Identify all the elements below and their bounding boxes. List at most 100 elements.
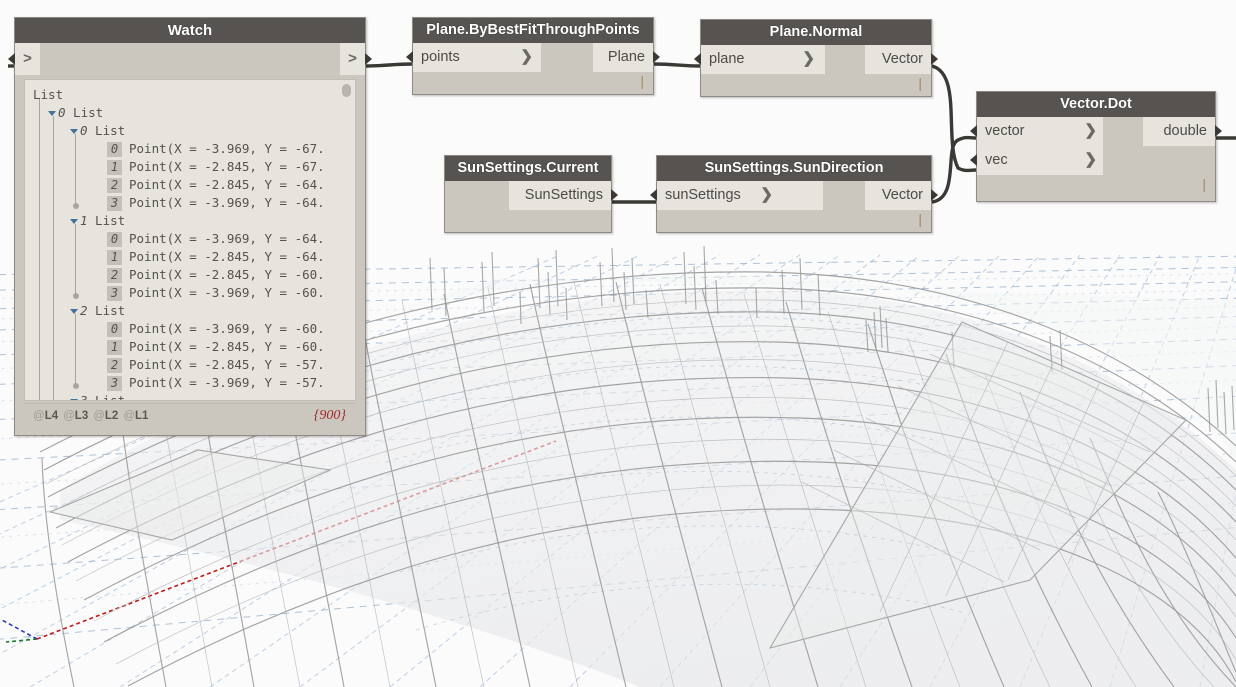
watch-level-indicators[interactable]: @L4 @L3 @L2 @L1 bbox=[33, 404, 153, 428]
node-footer: | bbox=[657, 210, 931, 232]
tree-row-label: Point(X = -2.845, Y = -57. bbox=[129, 357, 325, 372]
tree-expander-icon[interactable] bbox=[70, 309, 78, 314]
tree-row-label: Point(X = -3.969, Y = -57. bbox=[129, 375, 325, 390]
output-port-vector[interactable]: Vector bbox=[865, 181, 931, 210]
node-plane-normal[interactable]: Plane.Normal plane ❯ Vector | bbox=[694, 19, 938, 97]
watch-tree-row[interactable]: 0 Point(X = -3.969, Y = -60. bbox=[25, 320, 355, 338]
input-plug-vector[interactable] bbox=[970, 125, 977, 137]
watch-tree-row[interactable]: 3 List bbox=[25, 392, 355, 400]
watch-output-lacing[interactable]: > bbox=[340, 43, 365, 75]
watch-input-lacing[interactable]: > bbox=[15, 43, 40, 75]
tree-row-label: Point(X = -2.845, Y = -64. bbox=[129, 249, 325, 264]
tree-index-badge: 0 bbox=[107, 322, 122, 337]
watch-tree-row[interactable]: 2 Point(X = -2.845, Y = -64. bbox=[25, 176, 355, 194]
output-port-double[interactable]: double bbox=[1143, 117, 1215, 146]
tree-expander-icon[interactable] bbox=[70, 129, 78, 134]
input-plug-vec[interactable] bbox=[970, 154, 977, 166]
lacing-icon-vec[interactable]: ❯ bbox=[1084, 146, 1097, 175]
watch-output-plug[interactable] bbox=[365, 53, 372, 65]
watch-tree-row[interactable]: 1 Point(X = -2.845, Y = -67. bbox=[25, 158, 355, 176]
tree-row-label: Point(X = -3.969, Y = -60. bbox=[129, 321, 325, 336]
watch-footer: @L4 @L3 @L2 @L1 {900} bbox=[24, 403, 356, 430]
watch-level-l1[interactable]: @L1 bbox=[123, 410, 148, 422]
tree-row-label: Point(X = -2.845, Y = -67. bbox=[129, 159, 325, 174]
node-sunsettings-sundirection[interactable]: SunSettings.SunDirection sunSettings ❯ V… bbox=[650, 155, 938, 233]
node-foot-mark: | bbox=[918, 211, 922, 227]
node-title: SunSettings.SunDirection bbox=[657, 156, 931, 181]
output-port-sunsettings[interactable]: SunSettings bbox=[509, 181, 611, 210]
node-footer: | bbox=[413, 72, 653, 94]
tree-row-label: Point(X = -3.969, Y = -64. bbox=[129, 231, 325, 246]
watch-tree-row[interactable]: 0 List bbox=[25, 104, 355, 122]
port-row-sunsettings-in: sunSettings ❯ Vector bbox=[650, 181, 938, 210]
tree-expander-icon[interactable] bbox=[48, 111, 56, 116]
watch-tree-row[interactable]: 2 Point(X = -2.845, Y = -60. bbox=[25, 266, 355, 284]
lacing-icon-plane[interactable]: ❯ bbox=[802, 45, 815, 74]
node-plane-bybestfitthroughpoints[interactable]: Plane.ByBestFitThroughPoints points ❯ Pl… bbox=[406, 17, 660, 95]
tree-expander-icon[interactable] bbox=[70, 399, 78, 400]
output-plug-vector[interactable] bbox=[931, 189, 938, 201]
input-plug-sunsettings[interactable] bbox=[650, 189, 657, 201]
node-sunsettings-current[interactable]: SunSettings.Current SunSettings bbox=[444, 155, 618, 233]
node-vector-dot[interactable]: Vector.Dot vector ❯ double vec ❯ | bbox=[970, 91, 1222, 202]
node-footer: | bbox=[701, 74, 931, 96]
tree-row-label: 2 List bbox=[80, 303, 126, 318]
tree-index-badge: 2 bbox=[107, 358, 122, 373]
tree-row-label: 0 List bbox=[58, 105, 104, 120]
tree-row-label: Point(X = -2.845, Y = -60. bbox=[129, 267, 325, 282]
output-port-plane[interactable]: Plane bbox=[593, 43, 653, 72]
node-title: Plane.Normal bbox=[701, 20, 931, 45]
node-watch[interactable]: Watch > > List 0 List 0 List 0 Point(X = -3.… bbox=[8, 17, 372, 436]
watch-tree-row[interactable]: 0 Point(X = -3.969, Y = -64. bbox=[25, 230, 355, 248]
output-port-vector[interactable]: Vector bbox=[865, 45, 931, 74]
tree-row-label: Point(X = -3.969, Y = -60. bbox=[129, 285, 325, 300]
node-title: Plane.ByBestFitThroughPoints bbox=[413, 18, 653, 43]
watch-level-l3[interactable]: @L3 bbox=[63, 410, 88, 422]
watch-tree-row[interactable]: 3 Point(X = -3.969, Y = -60. bbox=[25, 284, 355, 302]
tree-row-label: List bbox=[33, 87, 64, 102]
tree-index-badge: 1 bbox=[107, 250, 122, 265]
watch-tree-row[interactable]: 1 Point(X = -2.845, Y = -60. bbox=[25, 338, 355, 356]
tree-index-badge: 3 bbox=[107, 376, 122, 391]
port-row-points: points ❯ Plane bbox=[406, 43, 660, 72]
tree-index-badge: 2 bbox=[107, 178, 122, 193]
port-row-plane: plane ❯ Vector bbox=[694, 45, 938, 74]
tree-index-badge: 2 bbox=[107, 268, 122, 283]
tree-row-label: Point(X = -3.969, Y = -67. bbox=[129, 141, 325, 156]
lacing-icon-vector[interactable]: ❯ bbox=[1084, 117, 1097, 146]
node-foot-mark: | bbox=[918, 75, 922, 91]
lacing-icon-points[interactable]: ❯ bbox=[520, 43, 533, 72]
watch-input-plug[interactable] bbox=[8, 53, 15, 65]
lacing-icon-sunsettings[interactable]: ❯ bbox=[760, 181, 773, 210]
watch-tree-row[interactable]: 3 Point(X = -3.969, Y = -64. bbox=[25, 194, 355, 212]
watch-tree-row[interactable]: 1 List bbox=[25, 212, 355, 230]
port-row-vec: vec ❯ bbox=[970, 146, 1215, 175]
output-plug-plane[interactable] bbox=[653, 51, 660, 63]
output-plug-sunsettings[interactable] bbox=[611, 189, 618, 201]
dynamo-workspace: Watch > > List 0 List 0 List 0 Point(X = -3.… bbox=[0, 0, 1236, 687]
watch-item-count: {900} bbox=[313, 408, 346, 423]
input-plug-plane[interactable] bbox=[694, 53, 701, 65]
watch-level-l2[interactable]: @L2 bbox=[93, 410, 118, 422]
node-title: Vector.Dot bbox=[977, 92, 1215, 117]
watch-tree-row[interactable]: 1 Point(X = -2.845, Y = -64. bbox=[25, 248, 355, 266]
tree-row-label: Point(X = -2.845, Y = -64. bbox=[129, 177, 325, 192]
node-foot-mark: | bbox=[1202, 176, 1206, 192]
tree-row-label: Point(X = -3.969, Y = -64. bbox=[129, 195, 325, 210]
port-row-sunsettings-out: SunSettings bbox=[445, 181, 618, 210]
input-plug-points[interactable] bbox=[406, 51, 413, 63]
watch-tree-row[interactable]: List bbox=[25, 86, 355, 104]
tree-expander-icon[interactable] bbox=[70, 219, 78, 224]
watch-tree-row[interactable]: 0 Point(X = -3.969, Y = -67. bbox=[25, 140, 355, 158]
output-plug-double[interactable] bbox=[1215, 125, 1222, 137]
output-plug-vector[interactable] bbox=[931, 53, 938, 65]
watch-tree-row[interactable]: 2 Point(X = -2.845, Y = -57. bbox=[25, 356, 355, 374]
node-foot-mark: | bbox=[640, 73, 644, 89]
input-port-sunsettings[interactable]: sunSettings bbox=[657, 181, 823, 210]
watch-tree-view[interactable]: List 0 List 0 List 0 Point(X = -3.969, Y = -… bbox=[24, 79, 356, 401]
watch-tree-row[interactable]: 3 Point(X = -3.969, Y = -57. bbox=[25, 374, 355, 392]
tree-index-badge: 0 bbox=[107, 142, 122, 157]
watch-level-l4[interactable]: @L4 bbox=[33, 410, 58, 422]
watch-tree-row[interactable]: 0 List bbox=[25, 122, 355, 140]
watch-tree-row[interactable]: 2 List bbox=[25, 302, 355, 320]
